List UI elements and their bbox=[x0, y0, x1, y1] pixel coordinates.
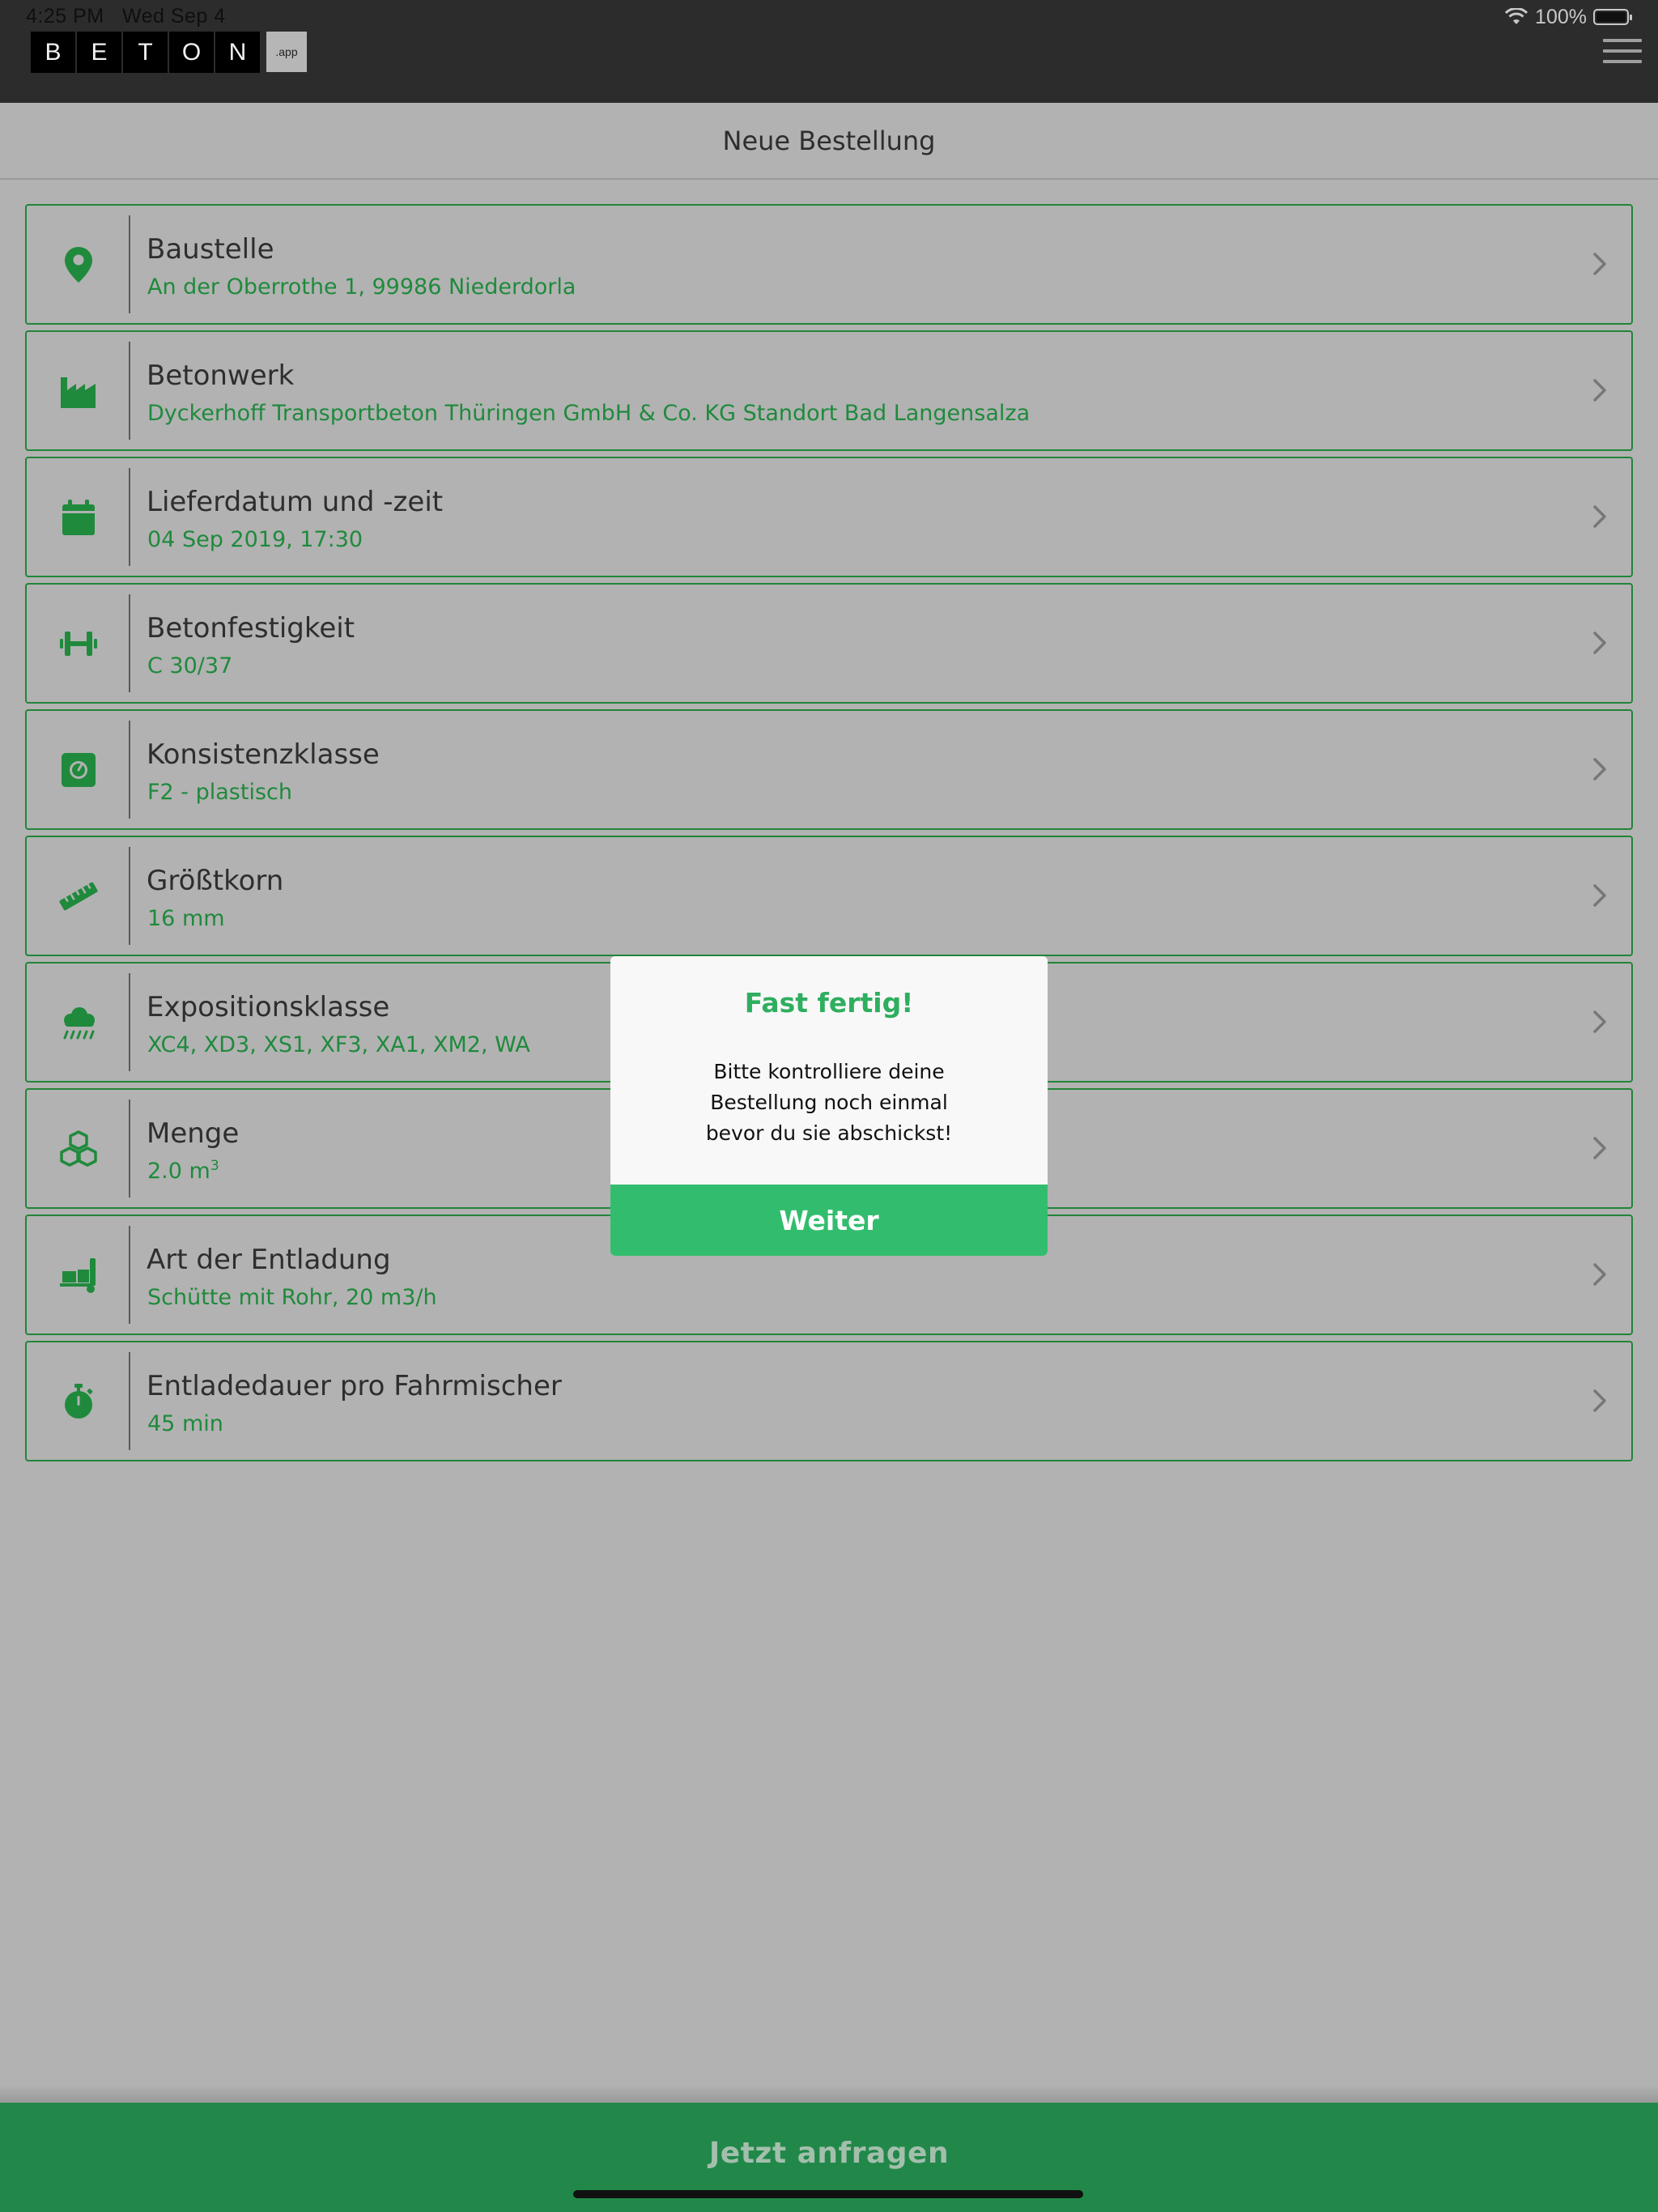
chevron-right-icon bbox=[1584, 1134, 1613, 1163]
row-value-superscript: 3 bbox=[210, 1158, 219, 1174]
bottom-shadow bbox=[0, 2085, 1658, 2103]
row-value: 16 mm bbox=[147, 906, 225, 931]
chevron-right-icon bbox=[1584, 502, 1613, 531]
row-divider bbox=[129, 973, 130, 1071]
cubes-icon bbox=[27, 1090, 130, 1207]
row-divider bbox=[129, 721, 130, 819]
battery-icon bbox=[1593, 9, 1632, 25]
status-time-text: 4:25 PM bbox=[26, 5, 104, 28]
cloud-rain-icon bbox=[27, 963, 130, 1081]
row-title: Größtkorn bbox=[147, 865, 284, 897]
row-divider bbox=[129, 342, 130, 440]
row-value: Dyckerhoff Transportbeton Thüringen GmbH… bbox=[147, 401, 1031, 426]
row-divider bbox=[129, 594, 130, 692]
row-betonwerk[interactable]: Betonwerk Dyckerhoff Transportbeton Thür… bbox=[25, 330, 1633, 451]
home-indicator bbox=[573, 2190, 1083, 2198]
row-value: XC4, XD3, XS1, XF3, XA1, XM2, WA bbox=[147, 1032, 530, 1057]
status-date-text: Wed Sep 4 bbox=[121, 5, 226, 28]
row-title: Betonfestigkeit bbox=[147, 612, 355, 644]
row-value: 2.0 m3 bbox=[147, 1159, 219, 1184]
row-value: F2 - plastisch bbox=[147, 780, 292, 805]
row-title: Expositionsklasse bbox=[147, 991, 390, 1023]
row-divider bbox=[129, 215, 130, 313]
row-value-text: 2.0 m bbox=[147, 1159, 210, 1184]
row-divider bbox=[129, 1100, 130, 1197]
stopwatch-icon bbox=[27, 1342, 130, 1460]
factory-icon bbox=[27, 332, 130, 449]
chevron-right-icon bbox=[1584, 1260, 1613, 1289]
chevron-right-icon bbox=[1584, 1386, 1613, 1415]
row-lieferdatum[interactable]: Lieferdatum und -zeit 04 Sep 2019, 17:30 bbox=[25, 457, 1633, 577]
title-bar: Neue Bestellung bbox=[0, 103, 1658, 180]
dialog-message: Bitte kontrolliere deine Bestellung noch… bbox=[705, 1060, 953, 1145]
chevron-right-icon bbox=[1584, 628, 1613, 657]
row-groesstkorn[interactable]: Größtkorn 16 mm bbox=[25, 836, 1633, 956]
row-baustelle[interactable]: Baustelle An der Oberrothe 1, 99986 Nied… bbox=[25, 204, 1633, 325]
order-options-list: Baustelle An der Oberrothe 1, 99986 Nied… bbox=[25, 204, 1633, 1467]
row-title: Lieferdatum und -zeit bbox=[147, 486, 444, 518]
battery-percent: 100% bbox=[1535, 5, 1587, 28]
logo-suffix: .app bbox=[266, 32, 307, 72]
row-konsistenzklasse[interactable]: Konsistenzklasse F2 - plastisch bbox=[25, 709, 1633, 830]
calendar-icon bbox=[27, 458, 130, 576]
hamburger-menu-icon[interactable] bbox=[1603, 39, 1642, 66]
logo-letter: B bbox=[31, 32, 75, 73]
top-bar: 4:25 PM Wed Sep 4 100% B E T O N .app bbox=[0, 0, 1658, 103]
row-title: Art der Entladung bbox=[147, 1244, 391, 1276]
logo-letter: N bbox=[215, 32, 260, 73]
row-divider bbox=[129, 1226, 130, 1324]
dialog-title: Fast fertig! bbox=[744, 987, 914, 1019]
row-value: C 30/37 bbox=[147, 653, 233, 678]
dolly-icon bbox=[27, 1216, 130, 1334]
submit-request-label: Jetzt anfragen bbox=[708, 2137, 950, 2170]
row-title: Konsistenzklasse bbox=[147, 738, 380, 771]
location-pin-icon bbox=[27, 206, 130, 323]
continue-button[interactable]: Weiter bbox=[610, 1185, 1048, 1256]
row-betonfestigkeit[interactable]: Betonfestigkeit C 30/37 bbox=[25, 583, 1633, 704]
page-title: Neue Bestellung bbox=[722, 125, 936, 156]
status-indicators: 100% bbox=[1504, 5, 1632, 29]
row-title: Menge bbox=[147, 1117, 240, 1150]
dumbbell-icon bbox=[27, 585, 130, 702]
ruler-icon bbox=[27, 837, 130, 955]
confirmation-dialog: Fast fertig! Bitte kontrolliere deine Be… bbox=[610, 956, 1048, 1256]
status-time: 4:25 PM Wed Sep 4 bbox=[26, 5, 226, 28]
chevron-right-icon bbox=[1584, 1007, 1613, 1036]
row-divider bbox=[129, 1352, 130, 1450]
row-title: Entladedauer pro Fahrmischer bbox=[147, 1370, 562, 1402]
row-value: An der Oberrothe 1, 99986 Niederdorla bbox=[147, 274, 576, 300]
chevron-right-icon bbox=[1584, 755, 1613, 784]
row-divider bbox=[129, 468, 130, 566]
scale-gauge-icon bbox=[27, 711, 130, 828]
row-value: Schütte mit Rohr, 20 m3/h bbox=[147, 1285, 437, 1310]
row-value: 45 min bbox=[147, 1411, 223, 1436]
row-title: Betonwerk bbox=[147, 359, 295, 392]
chevron-right-icon bbox=[1584, 881, 1613, 910]
row-title: Baustelle bbox=[147, 233, 274, 266]
logo: B E T O N .app bbox=[31, 32, 307, 73]
chevron-right-icon bbox=[1584, 376, 1613, 405]
chevron-right-icon bbox=[1584, 249, 1613, 279]
row-value: 04 Sep 2019, 17:30 bbox=[147, 527, 363, 552]
logo-letter: E bbox=[77, 32, 121, 73]
row-entladedauer[interactable]: Entladedauer pro Fahrmischer 45 min bbox=[25, 1341, 1633, 1461]
row-divider bbox=[129, 847, 130, 945]
logo-letter: O bbox=[169, 32, 214, 73]
logo-letter: T bbox=[123, 32, 168, 73]
wifi-icon bbox=[1504, 8, 1528, 24]
